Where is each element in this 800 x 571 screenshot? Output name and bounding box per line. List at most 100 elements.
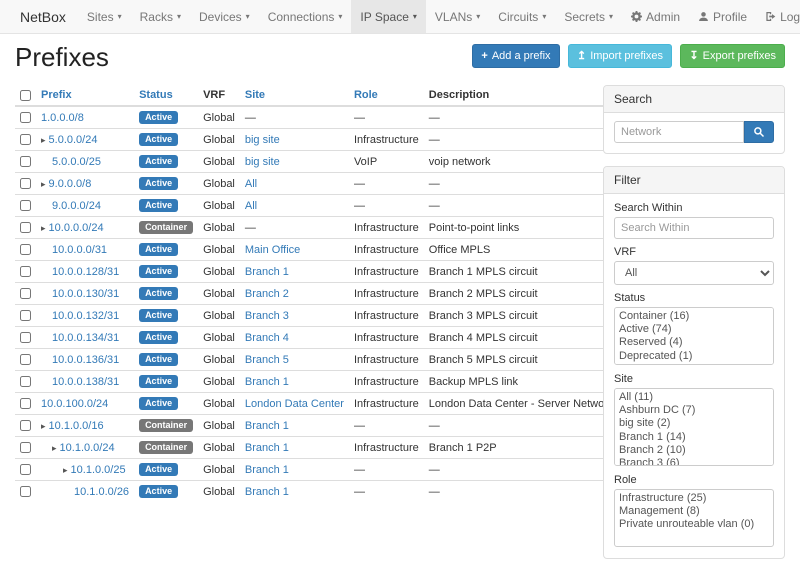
site-link[interactable]: Branch 5 — [245, 354, 289, 366]
column-header-prefix[interactable]: Prefix — [36, 85, 134, 106]
row-checkbox[interactable] — [20, 244, 31, 255]
site-link[interactable]: big site — [245, 134, 280, 146]
row-checkbox[interactable] — [20, 288, 31, 299]
filter-option[interactable]: Management (8) — [617, 505, 771, 518]
site-link[interactable]: Branch 4 — [245, 332, 289, 344]
prefix-link[interactable]: 10.0.0.0/24 — [49, 222, 104, 234]
row-checkbox[interactable] — [20, 266, 31, 277]
site-cell: Branch 1 — [240, 459, 349, 481]
row-checkbox[interactable] — [20, 442, 31, 453]
site-link[interactable]: Main Office — [245, 244, 300, 256]
prefix-link[interactable]: 10.1.0.0/25 — [71, 464, 126, 476]
expand-arrow-icon: ▸ — [41, 223, 46, 233]
prefix-link[interactable]: 10.1.0.0/16 — [49, 420, 104, 432]
filter-option[interactable]: Branch 1 (14) — [617, 431, 771, 444]
vrf-filter-select[interactable]: All — [614, 261, 774, 285]
site-filter-select[interactable]: All (11)Ashburn DC (7)big site (2)Branch… — [614, 388, 774, 466]
prefix-link[interactable]: 10.0.0.130/31 — [52, 288, 119, 300]
search-button[interactable] — [744, 121, 774, 143]
add-prefix-button[interactable]: +Add a prefix — [472, 44, 559, 68]
logout-link[interactable]: Log out — [756, 0, 800, 33]
filter-option[interactable]: Ashburn DC (7) — [617, 404, 771, 417]
row-checkbox[interactable] — [20, 464, 31, 475]
prefix-link[interactable]: 10.0.0.0/31 — [52, 244, 107, 256]
row-checkbox[interactable] — [20, 310, 31, 321]
app-brand[interactable]: NetBox — [8, 0, 78, 33]
description-cell: Branch 1 P2P — [424, 437, 619, 459]
row-checkbox[interactable] — [20, 354, 31, 365]
nav-item-devices[interactable]: Devices▾ — [190, 0, 259, 33]
column-header-status[interactable]: Status — [134, 85, 198, 106]
prefix-link[interactable]: 10.0.0.134/31 — [52, 332, 119, 344]
search-within-input[interactable] — [614, 217, 774, 239]
nav-item-circuits[interactable]: Circuits▾ — [489, 0, 555, 33]
filter-option[interactable]: Infrastructure (25) — [617, 492, 771, 505]
prefix-link[interactable]: 9.0.0.0/24 — [52, 200, 101, 212]
row-checkbox[interactable] — [20, 486, 31, 497]
row-checkbox[interactable] — [20, 200, 31, 211]
prefix-link[interactable]: 10.1.0.0/24 — [60, 442, 115, 454]
site-link[interactable]: Branch 1 — [245, 464, 289, 476]
filter-option[interactable]: All (11) — [617, 391, 771, 404]
site-link[interactable]: London Data Center — [245, 398, 344, 410]
logout-icon — [765, 11, 776, 22]
column-header-role[interactable]: Role — [349, 85, 424, 106]
filter-option[interactable]: Reserved (4) — [617, 336, 771, 349]
prefix-link[interactable]: 10.0.0.136/31 — [52, 354, 119, 366]
vrf-cell: Global — [198, 437, 240, 459]
site-link[interactable]: Branch 3 — [245, 310, 289, 322]
prefix-link[interactable]: 10.0.0.132/31 — [52, 310, 119, 322]
filter-option[interactable]: Private unrouteable vlan (0) — [617, 518, 771, 531]
row-checkbox[interactable] — [20, 134, 31, 145]
filter-option[interactable]: Container (16) — [617, 310, 771, 323]
select-all-checkbox[interactable] — [20, 90, 31, 101]
column-header-site[interactable]: Site — [240, 85, 349, 106]
row-checkbox[interactable] — [20, 222, 31, 233]
site-link[interactable]: big site — [245, 156, 280, 168]
nav-item-racks[interactable]: Racks▾ — [131, 0, 190, 33]
filter-option[interactable]: big site (2) — [617, 417, 771, 430]
nav-item-sites[interactable]: Sites▾ — [78, 0, 131, 33]
nav-item-secrets[interactable]: Secrets▾ — [555, 0, 622, 33]
prefix-link[interactable]: 1.0.0.0/8 — [41, 112, 84, 124]
site-link[interactable]: Branch 1 — [245, 442, 289, 454]
prefix-link[interactable]: 9.0.0.0/8 — [49, 178, 92, 190]
prefix-link[interactable]: 10.0.0.138/31 — [52, 376, 119, 388]
row-checkbox[interactable] — [20, 376, 31, 387]
admin-link[interactable]: Admin — [622, 0, 689, 33]
nav-item-vlans[interactable]: VLANs▾ — [426, 0, 489, 33]
nav-item-ip-space[interactable]: IP Space▾ — [351, 0, 426, 33]
search-input[interactable] — [614, 121, 744, 143]
prefix-link[interactable]: 10.0.100.0/24 — [41, 398, 108, 410]
prefix-link[interactable]: 10.1.0.0/26 — [74, 486, 129, 498]
profile-link[interactable]: Profile — [689, 0, 756, 33]
row-checkbox[interactable] — [20, 156, 31, 167]
row-checkbox[interactable] — [20, 398, 31, 409]
site-link[interactable]: Branch 1 — [245, 376, 289, 388]
role-filter-select[interactable]: Infrastructure (25)Management (8)Private… — [614, 489, 774, 547]
filter-option[interactable]: Branch 3 (6) — [617, 457, 771, 466]
filter-option[interactable]: Active (74) — [617, 323, 771, 336]
row-checkbox[interactable] — [20, 420, 31, 431]
prefix-link[interactable]: 10.0.0.128/31 — [52, 266, 119, 278]
row-checkbox[interactable] — [20, 112, 31, 123]
row-checkbox[interactable] — [20, 332, 31, 343]
filter-option[interactable]: Deprecated (1) — [617, 350, 771, 363]
site-link[interactable]: Branch 2 — [245, 288, 289, 300]
site-link[interactable]: All — [245, 200, 257, 212]
site-link[interactable]: Branch 1 — [245, 486, 289, 498]
site-cell: Branch 4 — [240, 327, 349, 349]
site-link[interactable]: Branch 1 — [245, 420, 289, 432]
row-checkbox-cell — [15, 217, 36, 239]
vrf-cell: Global — [198, 129, 240, 151]
filter-option[interactable]: Branch 2 (10) — [617, 444, 771, 457]
prefix-link[interactable]: 5.0.0.0/24 — [49, 134, 98, 146]
import-prefixes-button[interactable]: ↥Import prefixes — [568, 44, 672, 68]
prefix-link[interactable]: 5.0.0.0/25 — [52, 156, 101, 168]
export-prefixes-button[interactable]: ↧Export prefixes — [680, 44, 785, 68]
site-link[interactable]: Branch 1 — [245, 266, 289, 278]
status-filter-select[interactable]: Container (16)Active (74)Reserved (4)Dep… — [614, 307, 774, 365]
site-link[interactable]: All — [245, 178, 257, 190]
row-checkbox[interactable] — [20, 178, 31, 189]
nav-item-connections[interactable]: Connections▾ — [259, 0, 352, 33]
